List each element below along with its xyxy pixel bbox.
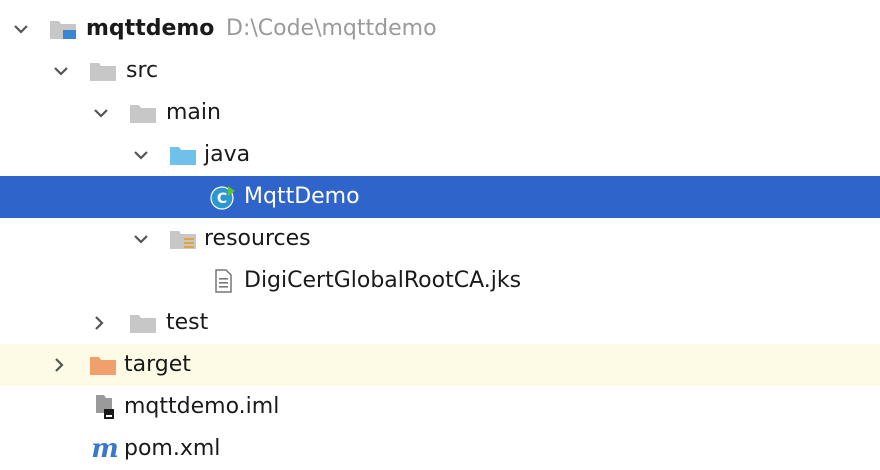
tree-item-label: java xyxy=(204,142,251,167)
chevron-right-icon[interactable] xyxy=(48,344,70,386)
tree-item-label: pom.xml xyxy=(124,436,221,461)
tree-item-label: resources xyxy=(204,226,311,251)
chevron-down-icon[interactable] xyxy=(130,218,152,260)
tree-item-label: target xyxy=(124,352,191,377)
tree-row-main[interactable]: main xyxy=(0,92,880,134)
tree-item-label: src xyxy=(126,58,159,83)
chevron-down-icon[interactable] xyxy=(130,134,152,176)
chevron-down-icon[interactable] xyxy=(50,50,72,92)
tree-row-java[interactable]: java xyxy=(0,134,880,176)
chevron-down-icon[interactable] xyxy=(90,92,112,134)
tree-item-label: test xyxy=(166,310,209,335)
tree-row-test[interactable]: test xyxy=(0,302,880,344)
file-icon xyxy=(208,260,238,302)
chevron-down-icon[interactable] xyxy=(10,8,32,50)
tree-row-resources[interactable]: resources xyxy=(0,218,880,260)
tree-root-label: mqttdemo xyxy=(86,16,215,41)
java-class-icon: C xyxy=(208,176,238,218)
tree-item-label: DigiCertGlobalRootCA.jks xyxy=(244,268,522,293)
tree-row-jks-file[interactable]: DigiCertGlobalRootCA.jks xyxy=(0,260,880,302)
folder-icon xyxy=(128,92,158,134)
tree-row-pom-file[interactable]: m pom.xml xyxy=(0,428,880,470)
module-folder-icon xyxy=(48,8,78,50)
tree-row-iml-file[interactable]: mqttdemo.iml xyxy=(0,386,880,428)
resources-folder-icon xyxy=(168,218,198,260)
excluded-folder-icon xyxy=(88,344,118,386)
folder-icon xyxy=(128,302,158,344)
tree-row-root[interactable]: mqttdemo D:\Code\mqttdemo xyxy=(0,8,880,50)
tree-item-label: mqttdemo.iml xyxy=(124,394,280,419)
tree-row-mqttdemo-class[interactable]: C MqttDemo xyxy=(0,176,880,218)
project-tree: mqttdemo D:\Code\mqttdemo src main java xyxy=(0,0,880,468)
source-root-folder-icon xyxy=(168,134,198,176)
tree-item-label: MqttDemo xyxy=(244,184,360,209)
tree-row-target[interactable]: target xyxy=(0,344,880,386)
tree-item-label: main xyxy=(166,100,221,125)
folder-icon xyxy=(88,50,118,92)
tree-row-src[interactable]: src xyxy=(0,50,880,92)
chevron-right-icon[interactable] xyxy=(88,302,110,344)
iml-file-icon xyxy=(90,386,120,428)
svg-text:C: C xyxy=(217,191,227,207)
tree-root-path: D:\Code\mqttdemo xyxy=(226,16,437,41)
maven-icon: m xyxy=(91,434,119,464)
